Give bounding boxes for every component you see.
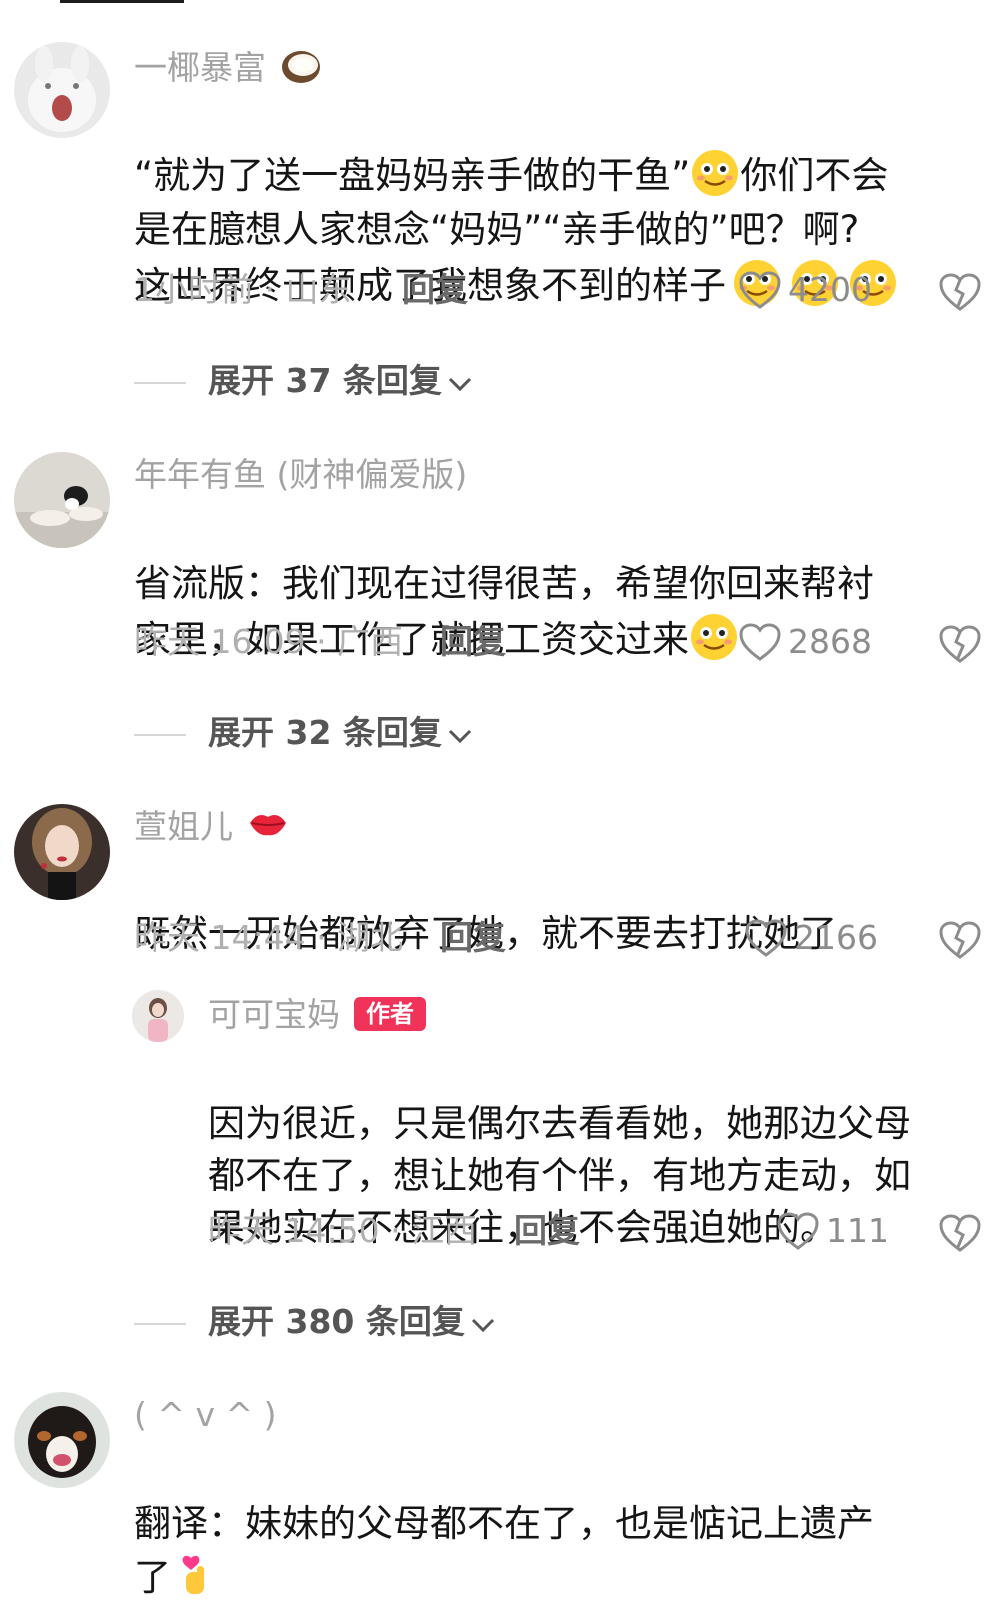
reply-button[interactable]: 回复 [514,1211,580,1251]
avatar[interactable] [14,804,110,900]
username-text: 萱姐儿 [134,807,233,846]
heart-icon [777,1212,819,1250]
like-count: 4200 [788,270,872,309]
expand-label: 展开 380 条回复 [208,1302,465,1341]
heart-icon [745,919,787,957]
broken-heart-icon[interactable] [938,272,982,316]
avatar[interactable] [14,1392,110,1488]
username-text: 一椰暴富 [134,48,266,87]
username[interactable]: 可可宝妈 作者 [208,995,426,1035]
chevron-down-icon [471,1318,494,1333]
like-count: 2868 [788,622,872,661]
divider [134,381,186,384]
like-button[interactable]: 111 [776,1211,889,1251]
username[interactable]: ( ^ v ^ ) [134,1395,277,1435]
smile-emoji-icon [689,612,739,662]
avatar[interactable] [14,452,110,548]
broken-heart-icon[interactable] [938,1213,982,1257]
avatar[interactable] [14,42,110,138]
author-badge: 作者 [354,997,426,1031]
expand-label: 展开 32 条回复 [208,713,442,752]
username[interactable]: 年年有鱼 (财神偏爱版) [134,455,467,495]
finger-heart-icon [171,1550,221,1600]
like-button[interactable]: 2868 [738,622,872,662]
expand-replies-button[interactable]: 展开 37 条回复 [134,361,474,401]
like-count: 2166 [794,918,878,957]
coconut-icon [279,45,323,94]
comment-meta: 1小时前 · 山东 [134,270,352,309]
username-text: 可可宝妈 [208,995,340,1034]
expand-label: 展开 37 条回复 [208,361,442,400]
lips-icon [246,807,290,850]
username[interactable]: 萱姐儿 [134,807,290,850]
comment-meta: 昨天 14:44 · 湖北 [134,918,404,957]
comment-meta: 昨天 14:50 · 江西 [208,1211,478,1250]
reply-button[interactable]: 回复 [402,270,468,310]
chevron-down-icon [448,377,471,392]
reply-button[interactable]: 回复 [440,918,506,958]
top-indicator [60,0,184,3]
chevron-down-icon [448,729,471,744]
like-count: 111 [826,1211,889,1250]
username[interactable]: 一椰暴富 [134,45,323,94]
comment-line: 了 [134,1556,171,1599]
like-button[interactable]: 4200 [738,270,872,310]
heart-icon [739,271,781,309]
comment-meta: 昨天 16:09 · 广西 [134,622,404,661]
heart-icon [739,623,781,661]
broken-heart-icon[interactable] [938,624,982,668]
avatar[interactable] [132,990,184,1042]
expand-replies-button[interactable]: 展开 32 条回复 [134,713,474,753]
comment-text: 了 [134,1498,984,1604]
like-button[interactable]: 2166 [744,918,878,958]
expand-replies-button[interactable]: 展开 380 条回复 [134,1302,497,1342]
divider [134,1322,186,1325]
divider [134,733,186,736]
reply-button[interactable]: 回复 [440,622,506,662]
broken-heart-icon[interactable] [938,920,982,964]
